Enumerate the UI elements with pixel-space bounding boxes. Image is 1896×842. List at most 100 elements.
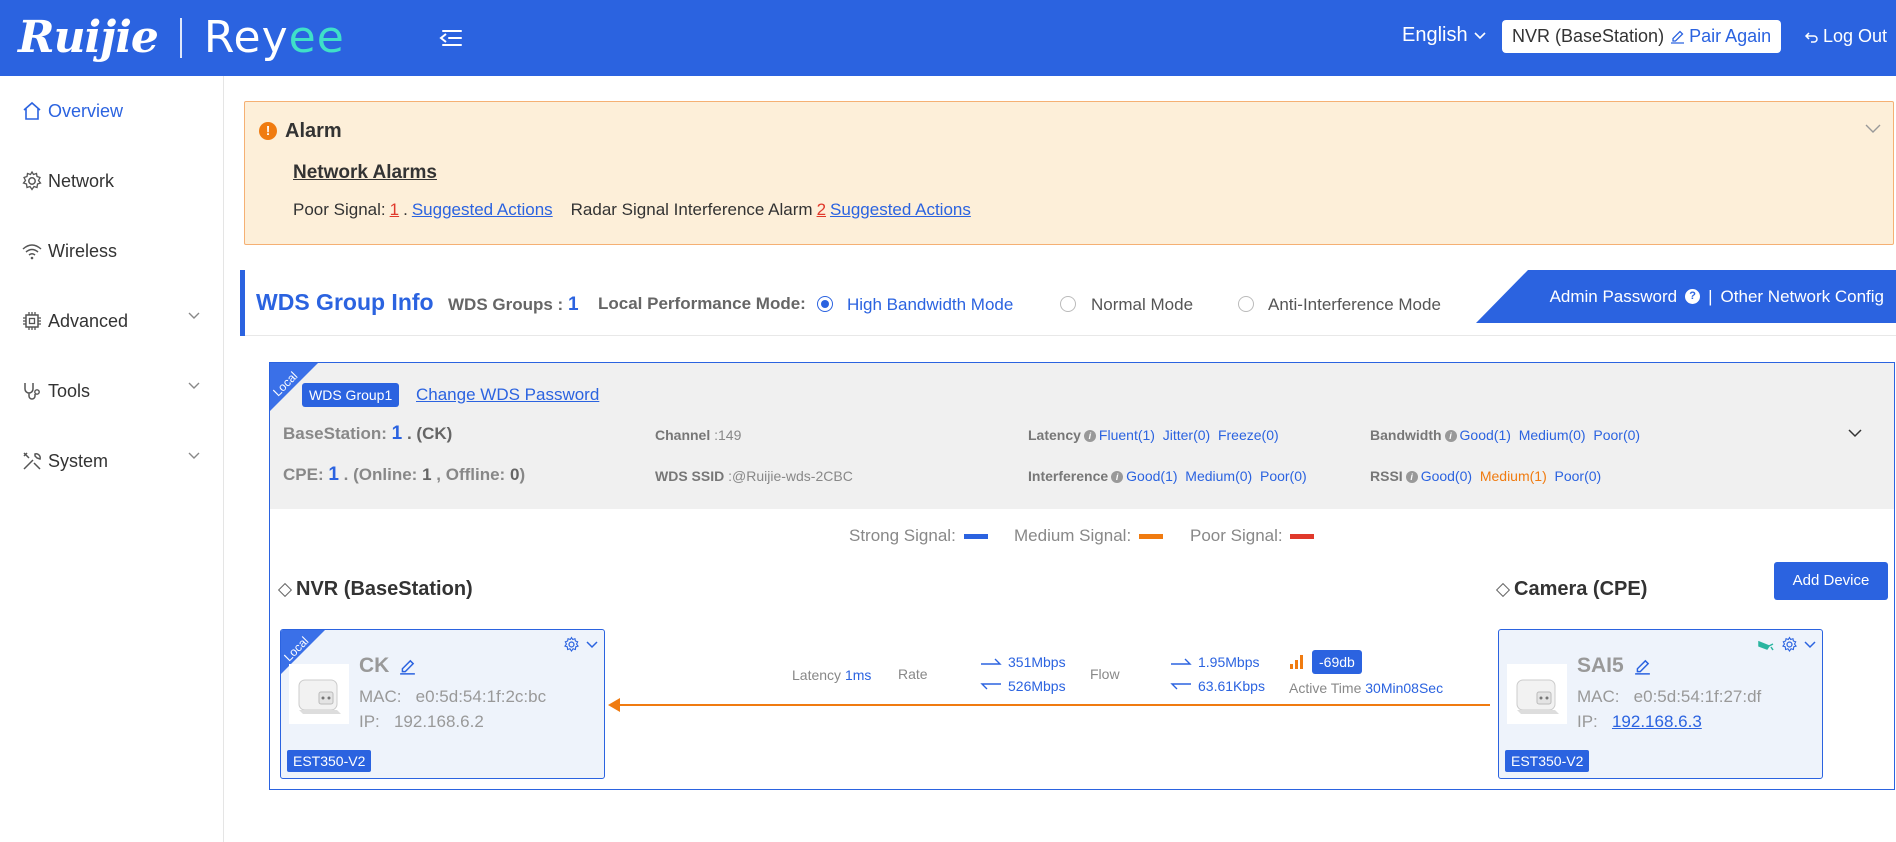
warning-icon: ! [259,122,277,140]
poor-signal-count[interactable]: 1 [390,200,399,220]
edit-icon[interactable] [1634,658,1651,675]
chevron-down-icon[interactable] [1804,640,1816,649]
reyee-logo: Reyee [203,12,345,63]
channel-info: Channel :149 [655,427,742,443]
flow-up: 1.95Mbps [1170,654,1259,670]
rssi-value: -69db [1312,650,1362,674]
signal-strength-icon [1290,655,1304,669]
medium-signal-swatch [1139,534,1163,539]
gear-icon [20,169,44,193]
chevron-down-icon [188,312,200,319]
sidebar-item-advanced[interactable]: Advanced [20,306,204,336]
sidebar-item-overview[interactable]: Overview [20,96,204,126]
latency-info: Latency i Fluent(1) Jitter(0) Freeze(0) [1028,427,1279,443]
info-icon: i [1111,471,1124,484]
link-latency: Latency 1ms [792,667,872,683]
radar-alarm-count[interactable]: 2 [817,200,826,220]
arrow-right-icon [981,658,1002,665]
wifi-icon [20,239,44,263]
rssi-info: RSSI i Good(0) Medium(1) Poor(0) [1370,468,1602,484]
other-network-config-link[interactable]: Other Network Config [1721,287,1884,307]
suggested-actions-link[interactable]: Suggested Actions [830,200,971,220]
help-icon[interactable]: ? [1685,289,1701,304]
sidebar-item-network[interactable]: Network [20,166,204,196]
wds-group-info-title: WDS Group Info [256,289,434,315]
wrench-icon [20,449,44,473]
device-mac: MAC: e0:5d:54:1f:2c:bc [359,687,547,706]
interference-info: Interference i Good(1) Medium(0) Poor(0) [1028,468,1307,484]
normal-mode-label[interactable]: Normal Mode [1091,295,1193,315]
add-device-button[interactable]: Add Device [1774,562,1888,600]
suggested-actions-link[interactable]: Suggested Actions [412,200,553,220]
collapse-menu-icon[interactable] [436,24,466,52]
device-model-tag: EST350-V2 [1505,750,1590,772]
wds-link-line [610,704,1490,706]
high-bandwidth-radio[interactable] [817,296,833,312]
pair-again-link[interactable]: Pair Again [1670,26,1771,47]
chevron-down-icon[interactable] [1865,124,1881,134]
wds-group-info-bar: WDS Group Info WDS Groups : 1 Local Perf… [240,270,1896,336]
change-wds-password-link[interactable]: Change WDS Password [416,385,599,405]
basestation-device-card[interactable]: Local CK MAC: e0:5d:54:1f:2c:bc IP: 192.… [280,629,605,779]
network-alarms-heading: Network Alarms [293,162,437,183]
card-tools [1757,636,1816,653]
active-time: Active Time 30Min08Sec [1289,680,1444,696]
gear-icon[interactable] [563,636,580,653]
section-accent [240,270,245,336]
sidebar-item-tools[interactable]: Tools [20,376,204,406]
edit-icon[interactable] [399,658,416,675]
chevron-down-icon [1474,31,1486,39]
info-icon: i [1405,471,1418,484]
alarm-title: Alarm [285,120,342,142]
divider: | [1708,286,1713,306]
anti-interference-radio[interactable] [1238,296,1254,312]
sidebar-item-wireless[interactable]: Wireless [20,236,204,266]
chevron-down-icon [188,452,200,459]
separator: . [403,200,408,219]
info-icon: i [1444,430,1457,443]
link-arrowhead [608,698,620,712]
chevron-down-icon[interactable] [1848,429,1862,438]
language-select[interactable]: English [1402,24,1486,47]
wds-group-name: WDS Group1 [302,383,400,407]
flow-down: 63.61Kbps [1170,678,1265,694]
high-bandwidth-label[interactable]: High Bandwidth Mode [847,295,1013,315]
language-label: English [1402,24,1468,46]
arrow-left-icon [1170,683,1191,690]
rate-label: Rate [898,666,928,682]
chevron-down-icon[interactable] [586,640,598,649]
chip-icon [20,309,44,333]
arrow-right-icon [1171,658,1192,665]
alarm-panel: ! Alarm Network Alarms Poor Signal: 1 . … [244,101,1894,245]
radar-alarm-label: Radar Signal Interference Alarm [570,200,813,219]
admin-password-link[interactable]: Admin Password [1550,287,1678,307]
logout-button[interactable]: Log Out [1804,26,1887,47]
sidebar: Overview Network Wireless Advanced Tools… [0,76,224,842]
stethoscope-icon [20,379,44,403]
chevron-down-icon [188,382,200,389]
device-name: CK [359,654,416,678]
device-ip: IP: 192.168.6.3 [1577,712,1702,731]
device-name: SAI5 [1577,654,1651,678]
top-header: Ruijie Reyee English NVR (BaseStation) P… [0,0,1896,76]
cpe-info: CPE: 1 . (Online: 1 , Offline: 0) [283,464,526,485]
edit-icon [1671,30,1685,44]
rate-up: 351Mbps [980,654,1066,670]
home-icon [20,99,44,123]
bandwidth-info: Bandwidth i Good(1) Medium(0) Poor(0) [1370,427,1641,443]
anti-interference-label[interactable]: Anti-Interference Mode [1268,295,1441,315]
device-model-tag: EST350-V2 [287,750,372,772]
logo-divider [179,17,182,58]
poor-signal-label: Poor Signal: [293,200,386,219]
gear-icon[interactable] [1781,636,1798,653]
performance-mode-label: Local Performance Mode: [598,294,806,313]
sidebar-item-system[interactable]: System [20,446,204,476]
medium-signal-legend: Medium Signal: [1014,526,1132,545]
strong-signal-swatch [964,534,988,539]
current-device-label: NVR (BaseStation) [1512,26,1665,46]
camera-icon[interactable] [1757,638,1775,652]
normal-mode-radio[interactable] [1060,296,1076,312]
cpe-device-card[interactable]: SAI5 MAC: e0:5d:54:1f:27:df IP: 192.168.… [1498,629,1823,779]
device-ip-link[interactable]: 192.168.6.3 [1612,712,1702,731]
flow-label: Flow [1090,666,1120,682]
